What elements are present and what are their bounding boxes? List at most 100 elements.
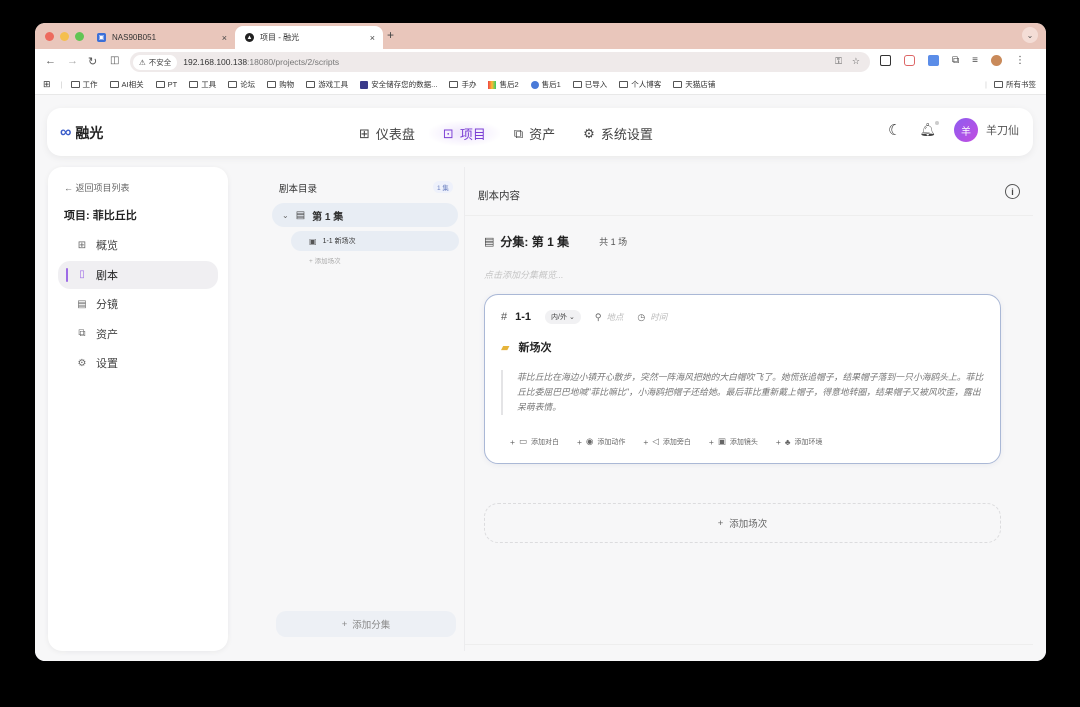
bookmark-link[interactable]: 售后2 bbox=[488, 79, 519, 90]
bookmark-favicon-icon bbox=[488, 80, 497, 89]
add-scene-button[interactable]: + 添加场次 bbox=[484, 503, 1001, 543]
sidebar-item-assets[interactable]: ⧉ 资产 bbox=[58, 320, 218, 348]
menu-kebab-icon[interactable]: ⋮ bbox=[1015, 55, 1025, 66]
nav-projects[interactable]: ⊡ 项目 bbox=[428, 121, 500, 146]
sidebar-toggle-icon[interactable]: ◫ bbox=[110, 55, 119, 66]
close-tab-icon[interactable]: × bbox=[370, 33, 375, 43]
sidebar-item-script[interactable]: ▯ 剧本 bbox=[58, 260, 218, 289]
puzzle-icon[interactable]: ⧉ bbox=[952, 55, 959, 66]
bookmark-folder[interactable]: 已导入 bbox=[572, 79, 608, 90]
back-arrow-icon[interactable]: ← bbox=[45, 55, 56, 67]
folder-icon bbox=[572, 81, 582, 88]
bookmark-folder[interactable]: 游戏工具 bbox=[306, 79, 348, 90]
project-title: 项目: 菲比丘比 bbox=[64, 210, 137, 222]
book-icon: ▯ bbox=[79, 269, 85, 280]
tab-search-button[interactable]: ⌄ bbox=[1022, 27, 1038, 43]
extension-icon[interactable] bbox=[880, 55, 891, 66]
new-tab-button[interactable]: + bbox=[387, 28, 394, 42]
close-tab-icon[interactable]: × bbox=[222, 33, 227, 43]
add-action-button[interactable]: + ◉ 添加动作 bbox=[577, 436, 625, 447]
time-field[interactable]: ◷ 时间 bbox=[637, 311, 667, 323]
scene-description[interactable]: 菲比丘比在海边小镇开心散步，突然一阵海风把她的大白帽吹飞了。她慌张追帽子，结果帽… bbox=[501, 370, 985, 415]
sidebar-item-label: 资产 bbox=[96, 328, 118, 341]
star-icon[interactable]: ☆ bbox=[852, 56, 860, 67]
warning-icon: ⚠ bbox=[139, 57, 146, 67]
bookmark-folder[interactable]: 工作 bbox=[70, 79, 98, 90]
inout-value: 内/外 bbox=[551, 314, 567, 321]
folder-icon bbox=[673, 81, 683, 88]
sidebar-item-label: 概览 bbox=[96, 240, 118, 252]
dialog-icon: ▭ bbox=[518, 436, 527, 446]
images-icon: ⧉ bbox=[513, 125, 524, 141]
key-icon[interactable]: ⚿ bbox=[835, 56, 842, 67]
add-narration-button[interactable]: + ◁ 添加旁白 bbox=[643, 436, 691, 447]
tree-add-scene-button[interactable]: + 添加场次 bbox=[309, 255, 341, 265]
back-label: 返回项目列表 bbox=[75, 183, 130, 193]
close-window-button[interactable] bbox=[45, 32, 54, 41]
security-chip[interactable]: ⚠ 不安全 bbox=[133, 54, 178, 70]
reading-list-icon[interactable]: ≡ bbox=[972, 55, 978, 66]
moon-icon[interactable]: ☾ bbox=[888, 121, 901, 139]
tree-scene-item[interactable]: ▣ 1-1 新场次 bbox=[291, 231, 459, 251]
add-shot-button[interactable]: + ▣ 添加镜头 bbox=[709, 436, 758, 447]
folder-icon bbox=[306, 81, 316, 88]
inout-select[interactable]: 内/外 ⌄ bbox=[545, 310, 581, 324]
episode-label: 第 1 集 bbox=[312, 211, 344, 223]
apps-grid-icon[interactable]: ⊞ bbox=[43, 79, 51, 90]
sidebar-item-overview[interactable]: ⊞ 概览 bbox=[58, 231, 218, 259]
browser-tab-project[interactable]: ▲ 项目 - 融光 × bbox=[235, 26, 383, 49]
action-label: 添加对白 bbox=[531, 438, 559, 446]
all-bookmarks-button[interactable]: | 所有书签 bbox=[985, 79, 1036, 90]
bookmark-label: 工具 bbox=[201, 80, 217, 89]
extension-icon[interactable] bbox=[904, 55, 915, 66]
browser-window: ▣ NAS90B051 × ▲ 项目 - 融光 × + ⌄ ← → ↻ ◫ ⚠ 不… bbox=[35, 23, 1046, 661]
reload-icon[interactable]: ↻ bbox=[88, 55, 97, 68]
maximize-window-button[interactable] bbox=[75, 32, 84, 41]
avatar[interactable]: 羊 bbox=[954, 118, 978, 142]
bookmark-link[interactable]: 售后1 bbox=[530, 79, 561, 90]
window-controls bbox=[45, 32, 84, 41]
bookmark-folder[interactable]: PT bbox=[155, 80, 177, 89]
bookmark-label: 已导入 bbox=[584, 80, 608, 89]
info-icon[interactable]: i bbox=[1005, 184, 1020, 199]
bookmark-folder[interactable]: AI相关 bbox=[109, 79, 144, 90]
grid-icon: ⊞ bbox=[359, 125, 370, 141]
minimize-window-button[interactable] bbox=[60, 32, 69, 41]
nav-settings[interactable]: ⚙ 系统设置 bbox=[569, 121, 667, 146]
bookmark-link[interactable]: 安全储存您的数据... bbox=[360, 79, 437, 90]
synopsis-placeholder[interactable]: 点击添加分集概览... bbox=[484, 268, 564, 281]
location-field[interactable]: ⚲ 地点 bbox=[595, 311, 624, 323]
bell-icon[interactable]: 🔔︎ bbox=[919, 121, 939, 138]
bookmark-folder[interactable]: 个人博客 bbox=[619, 79, 661, 90]
bookmark-folder[interactable]: 论坛 bbox=[228, 79, 255, 90]
bookmark-divider: | bbox=[60, 80, 63, 89]
omnibox[interactable]: ⚠ 不安全 192.168.100.138:18080/projects/2/sc… bbox=[130, 52, 870, 72]
scene-card[interactable]: # 1-1 内/外 ⌄ ⚲ 地点 ◷ 时间 ▰ 新场次 菲比丘比在海边小镇开心散步，… bbox=[484, 294, 1001, 464]
script-content-panel: 剧本内容 i ▤ 分集: 第 1 集 共 1 场 点击添加分集概览... # 1… bbox=[465, 167, 1033, 645]
bookmark-folder[interactable]: 工具 bbox=[189, 79, 216, 90]
chevron-down-icon[interactable]: ⌄ bbox=[282, 211, 289, 220]
tree-episode-item[interactable]: ⌄ ▤ 第 1 集 bbox=[272, 203, 458, 227]
app-logo[interactable]: ∞ 融光 bbox=[60, 123, 103, 143]
bookmark-folder[interactable]: 手办 bbox=[449, 79, 476, 90]
profile-avatar-icon[interactable] bbox=[990, 55, 1002, 66]
sidebar-item-settings[interactable]: ⚙ 设置 bbox=[58, 349, 218, 377]
add-environment-button[interactable]: + ♣ 添加环境 bbox=[776, 436, 823, 447]
add-episode-button[interactable]: + 添加分集 bbox=[276, 611, 456, 637]
add-episode-label: 添加分集 bbox=[352, 620, 391, 631]
sidebar-item-storyboard[interactable]: ▤ 分镜 bbox=[58, 290, 218, 318]
folder-icon bbox=[155, 81, 165, 88]
forward-arrow-icon[interactable]: → bbox=[67, 55, 78, 67]
bookmark-folder[interactable]: 天猫店铺 bbox=[673, 79, 715, 90]
browser-tab-nas[interactable]: ▣ NAS90B051 × bbox=[87, 26, 235, 49]
add-dialogue-button[interactable]: + ▭ 添加对白 bbox=[510, 436, 559, 447]
nav-assets[interactable]: ⧉ 资产 bbox=[500, 121, 569, 146]
hash-icon: # bbox=[501, 311, 508, 323]
nav-dashboard[interactable]: ⊞ 仪表盘 bbox=[345, 121, 429, 146]
extension-icon[interactable] bbox=[928, 55, 939, 66]
scene-title[interactable]: 新场次 bbox=[518, 339, 551, 355]
user-name[interactable]: 羊刀仙 bbox=[986, 122, 1019, 138]
back-to-projects-link[interactable]: ← 返回项目列表 bbox=[64, 181, 130, 194]
bookmark-folder[interactable]: 购物 bbox=[267, 79, 294, 90]
episode-count-badge: 1 集 bbox=[433, 181, 453, 193]
